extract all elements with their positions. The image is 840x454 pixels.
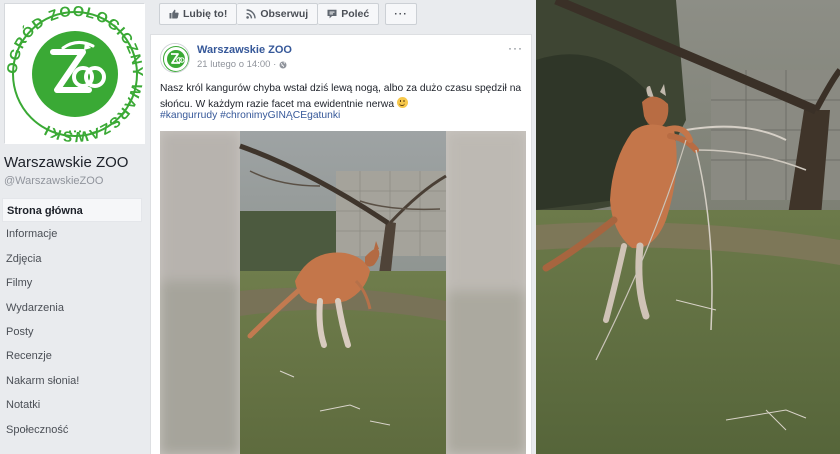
nav-item-notes[interactable]: Notatki bbox=[0, 393, 148, 417]
nav-item-videos[interactable]: Filmy bbox=[0, 271, 148, 295]
post-card: Warszawskie ZOO 21 lutego o 14:00 · ··· … bbox=[150, 34, 532, 454]
nav-item-about[interactable]: Informacje bbox=[0, 222, 148, 246]
nav-item-events[interactable]: Wydarzenia bbox=[0, 296, 148, 320]
thumbs-up-icon bbox=[169, 9, 179, 19]
nav-item-posts[interactable]: Posty bbox=[0, 320, 148, 344]
share-icon bbox=[327, 9, 337, 19]
post-video[interactable] bbox=[160, 131, 526, 454]
nav-item-reviews[interactable]: Recenzje bbox=[0, 344, 148, 368]
page-handle[interactable]: @WarszawskieZOO bbox=[4, 175, 103, 187]
like-page-label: Lubię to! bbox=[183, 8, 228, 20]
kangaroo-still-image bbox=[536, 0, 840, 454]
page-profile-picture[interactable]: OGRÓD ZOOLOGICZNY WARSZAWSKI • • • bbox=[4, 3, 145, 144]
page-sidebar: OGRÓD ZOOLOGICZNY WARSZAWSKI • • • Warsz… bbox=[0, 0, 150, 454]
share-button[interactable]: Poleć bbox=[318, 3, 380, 25]
more-options-button[interactable]: ··· bbox=[385, 3, 417, 25]
zoo-logo: OGRÓD ZOOLOGICZNY WARSZAWSKI • • • bbox=[5, 4, 145, 144]
page-action-bar: Lubię to! Obserwuj Poleć ··· bbox=[159, 3, 417, 25]
follow-label: Obserwuj bbox=[260, 8, 309, 20]
nav-item-home[interactable]: Strona główna bbox=[2, 198, 142, 223]
share-label: Poleć bbox=[341, 8, 370, 20]
like-page-button[interactable]: Lubię to! bbox=[159, 3, 238, 25]
page-nav: Strona główna Informacje Zdjęcia Filmy W… bbox=[0, 198, 148, 442]
page-title[interactable]: Warszawskie ZOO bbox=[4, 154, 128, 171]
smile-emoji-icon bbox=[396, 96, 408, 108]
nav-item-community[interactable]: Społeczność bbox=[0, 418, 148, 442]
kangaroo-video-frame bbox=[160, 131, 526, 454]
globe-icon bbox=[279, 61, 287, 68]
post-author-name[interactable]: Warszawskie ZOO bbox=[197, 44, 292, 56]
post-date-text: 21 lutego o 14:00 · bbox=[197, 59, 277, 70]
post-author-avatar[interactable] bbox=[160, 43, 190, 73]
nav-item-photos[interactable]: Zdjęcia bbox=[0, 247, 148, 271]
logo-star-dots: • • • bbox=[69, 127, 82, 136]
post-body: Nasz król kangurów chyba wstał dziś lewą… bbox=[160, 81, 528, 112]
nav-item-feed-elephant[interactable]: Nakarm słonia! bbox=[0, 369, 148, 393]
hashtag-kangurrudy[interactable]: #kangurrudy bbox=[160, 110, 217, 121]
post-timestamp[interactable]: 21 lutego o 14:00 · bbox=[197, 59, 287, 70]
zoo-logo-small bbox=[161, 44, 189, 72]
follow-button[interactable]: Obserwuj bbox=[237, 3, 319, 25]
post-hashtags: #kangurrudy #chronimyGINĄCEgatunki bbox=[160, 110, 340, 121]
rss-icon bbox=[246, 9, 257, 19]
kangaroo-photo bbox=[536, 0, 840, 454]
post-body-text: Nasz król kangurów chyba wstał dziś lewą… bbox=[160, 83, 522, 110]
post-options-button[interactable]: ··· bbox=[508, 41, 523, 55]
hashtag-chronimy[interactable]: #chronimyGINĄCEgatunki bbox=[220, 110, 340, 121]
